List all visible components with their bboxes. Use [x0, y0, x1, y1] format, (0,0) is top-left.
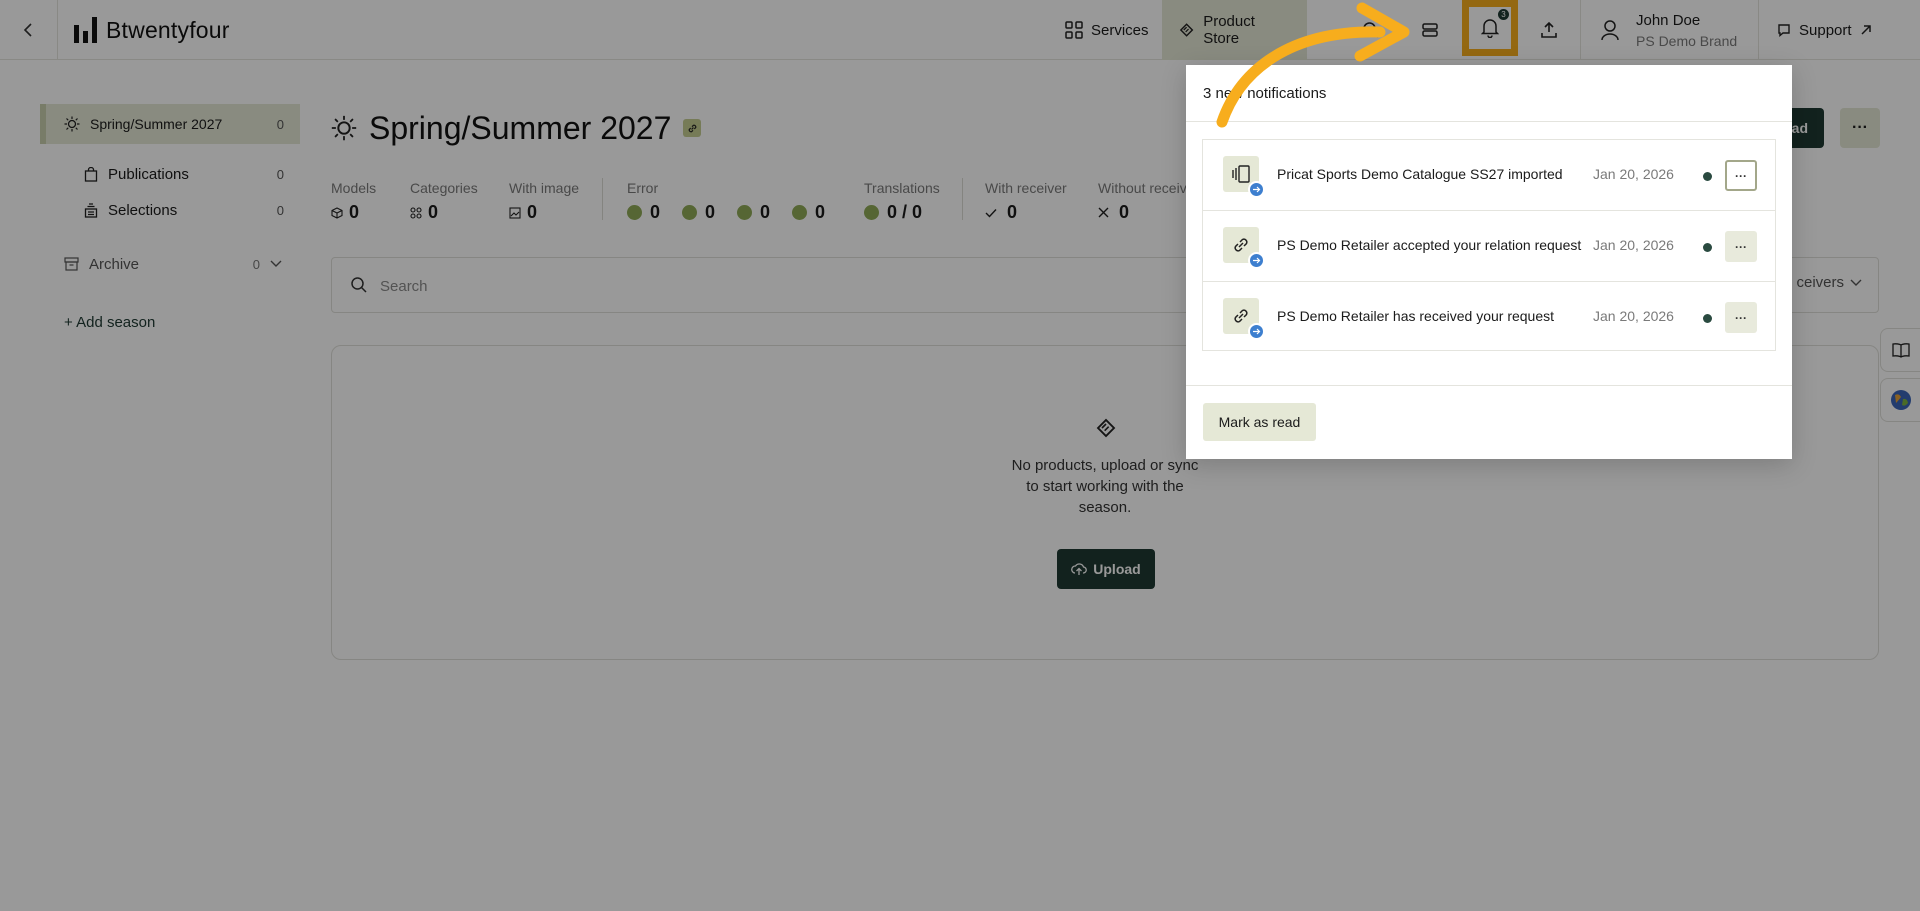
- notification-text: Pricat Sports Demo Catalogue SS27 import…: [1277, 166, 1563, 182]
- arrow-right-badge-icon: [1248, 181, 1265, 198]
- notifications-list: Pricat Sports Demo Catalogue SS27 import…: [1202, 139, 1776, 351]
- notification-item[interactable]: Pricat Sports Demo Catalogue SS27 import…: [1203, 140, 1775, 211]
- link-icon: [1234, 309, 1248, 323]
- unread-dot: [1703, 314, 1712, 323]
- notification-thumb: [1223, 156, 1265, 198]
- unread-dot: [1703, 243, 1712, 252]
- notification-date: Jan 20, 2026: [1593, 237, 1674, 253]
- arrow-right-badge-icon: [1248, 323, 1265, 340]
- catalogue-icon: [1232, 165, 1250, 183]
- notification-date: Jan 20, 2026: [1593, 166, 1674, 182]
- arrow-right-badge-icon: [1248, 252, 1265, 269]
- notification-item[interactable]: PS Demo Retailer accepted your relation …: [1203, 211, 1775, 282]
- tutorial-arrow-icon: [1216, 2, 1410, 128]
- unread-dot: [1703, 172, 1712, 181]
- mark-as-read-button[interactable]: Mark as read: [1203, 403, 1316, 441]
- link-icon: [1234, 238, 1248, 252]
- notification-more-button[interactable]: ···: [1725, 302, 1757, 333]
- notification-more-button[interactable]: ···: [1725, 160, 1757, 191]
- notification-date: Jan 20, 2026: [1593, 308, 1674, 324]
- notification-text: PS Demo Retailer accepted your relation …: [1277, 237, 1582, 253]
- notification-text: PS Demo Retailer has received your reque…: [1277, 308, 1555, 324]
- notification-more-button[interactable]: ···: [1725, 231, 1757, 262]
- notification-item[interactable]: PS Demo Retailer has received your reque…: [1203, 282, 1775, 353]
- notification-thumb: [1223, 298, 1265, 340]
- notification-thumb: [1223, 227, 1265, 269]
- panel-divider: [1186, 385, 1792, 386]
